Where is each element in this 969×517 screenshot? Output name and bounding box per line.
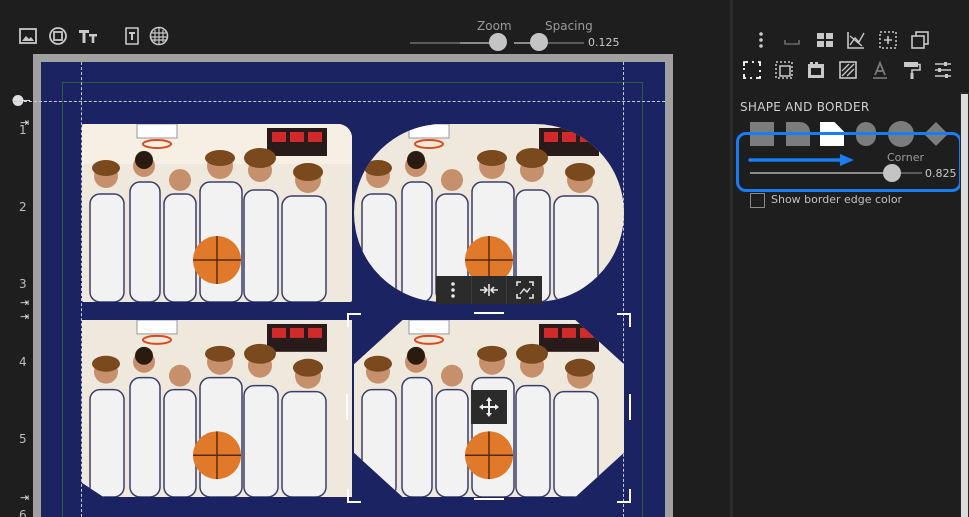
image-icon[interactable]	[18, 26, 38, 46]
guide-arrow-icon: ⇥	[20, 310, 30, 323]
resize-handle-right[interactable]	[629, 394, 631, 420]
text-frame-icon[interactable]	[122, 26, 142, 46]
guide-arrow-icon: ⇥	[20, 296, 30, 309]
margin-guide[interactable]	[14, 101, 665, 102]
app-window: Zoom Spacing 0.125 ⇥ 1 2 ⇥ 3 ⇥ 4 5 ⇥ 6 S…	[0, 0, 969, 517]
image-context-toolbar	[436, 276, 542, 304]
crop-frame-icon[interactable]	[507, 276, 542, 304]
bleed-line	[62, 82, 63, 517]
spacing-value: 0.125	[588, 36, 620, 49]
sliders-icon[interactable]	[933, 60, 953, 80]
panel-scrollbar-thumb[interactable]	[961, 94, 968, 517]
ruler-mark: 1	[19, 123, 27, 137]
photo-frame-3[interactable]	[82, 320, 352, 497]
ruler-mark: 5	[19, 432, 27, 446]
shape-icon[interactable]	[48, 26, 68, 46]
resize-handle-left[interactable]	[346, 394, 348, 420]
resize-handle-bottom-left[interactable]	[347, 489, 361, 503]
border-edge-color-label[interactable]: Show border edge color	[771, 193, 902, 206]
more-vertical-icon[interactable]	[436, 276, 472, 304]
dotted-grid-icon[interactable]	[878, 30, 898, 50]
ruler-mark: 6	[19, 508, 27, 517]
text-icon[interactable]	[78, 26, 98, 46]
paint-roller-icon[interactable]	[902, 60, 922, 80]
spacing-label: Spacing	[545, 19, 593, 33]
vertical-ruler[interactable]: ⇥ 1 2 ⇥ 3 ⇥ 4 5 ⇥ 6	[0, 55, 34, 517]
move-arrows-icon[interactable]	[471, 390, 507, 424]
resize-handle-top-left[interactable]	[347, 313, 361, 327]
highlight-box	[736, 132, 962, 192]
guide-arrow-icon: ⇥	[20, 491, 30, 504]
film-strip-icon[interactable]	[806, 60, 826, 80]
team-photo-image	[82, 320, 352, 497]
fit-inward-icon[interactable]	[472, 276, 508, 304]
zoom-label: Zoom	[477, 19, 512, 33]
section-title: SHAPE AND BORDER	[740, 100, 870, 114]
text-color-icon[interactable]	[870, 60, 890, 80]
resize-handle-bottom[interactable]	[474, 498, 504, 500]
copy-pages-icon[interactable]	[910, 30, 930, 50]
chart-icon[interactable]	[846, 30, 866, 50]
ruler-mark: 4	[19, 355, 27, 369]
frame-dotted-icon[interactable]	[774, 60, 794, 80]
layout-icon[interactable]	[815, 30, 835, 50]
spacing-slider-knob[interactable]	[530, 33, 548, 51]
more-vertical-icon[interactable]	[751, 30, 771, 50]
frame-select-icon[interactable]	[742, 60, 762, 80]
bleed-line	[62, 82, 642, 83]
team-photo-image	[82, 124, 352, 302]
resize-handle-top[interactable]	[474, 312, 504, 314]
photo-frame-1[interactable]	[82, 124, 352, 302]
pattern-icon[interactable]	[838, 60, 858, 80]
border-edge-color-checkbox[interactable]	[750, 193, 765, 208]
ruler-mark: 3	[19, 277, 27, 291]
resize-handle-bottom-right[interactable]	[617, 489, 631, 503]
grid-icon[interactable]	[149, 26, 169, 46]
bleed-line	[642, 82, 643, 517]
zoom-slider-knob[interactable]	[489, 33, 507, 51]
ruler-mark: 2	[19, 200, 27, 214]
resize-handle-top-right[interactable]	[617, 313, 631, 327]
blank-frame-icon[interactable]	[782, 30, 802, 50]
